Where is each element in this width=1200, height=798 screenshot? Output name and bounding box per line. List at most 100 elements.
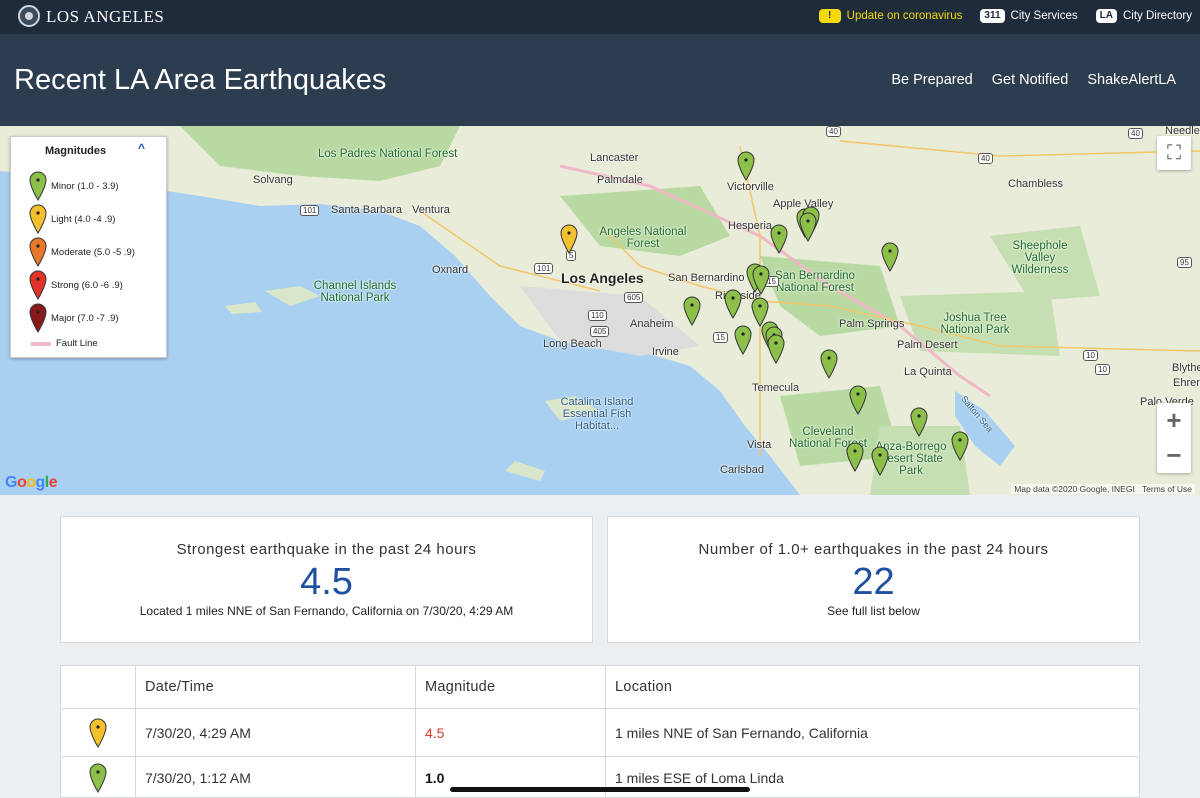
- map-label-angeles-forest: Angeles National Forest: [599, 226, 687, 250]
- route-shield: 101: [534, 263, 554, 274]
- earthquake-marker-icon[interactable]: [820, 349, 838, 379]
- route-shield: 10: [1083, 350, 1098, 361]
- map-label-carlsbad: Carlsbad: [720, 464, 765, 476]
- city-seal-icon[interactable]: [18, 5, 40, 27]
- alert-icon: !: [818, 9, 841, 23]
- map-label-temecula: Temecula: [752, 382, 800, 394]
- zoom-controls: + −: [1157, 403, 1191, 473]
- map-label-santa-barbara: Santa Barbara: [331, 204, 402, 216]
- map-label-oxnard: Oxnard: [432, 264, 469, 276]
- page-header: Recent LA Area Earthquakes Be Prepared G…: [0, 34, 1200, 126]
- route-shield: 40: [826, 126, 841, 137]
- route-shield: 10: [1095, 364, 1110, 375]
- map-label-solvang: Solvang: [253, 174, 293, 186]
- route-shield: 605: [624, 292, 644, 303]
- earthquake-map[interactable]: Los Padres National Forest Lancaster Pal…: [0, 126, 1200, 495]
- strongest-earthquake-card: Strongest earthquake in the past 24 hour…: [60, 516, 593, 643]
- earthquake-marker-icon[interactable]: [846, 442, 864, 472]
- legend-item-major: Major (7.0 -7 .9): [29, 303, 119, 333]
- city-directory-label: City Directory: [1122, 10, 1192, 22]
- pin-icon-light: [29, 204, 47, 234]
- table-header-magnitude[interactable]: Magnitude: [416, 666, 606, 708]
- row-datetime: 7/30/20, 1:12 AM: [136, 757, 416, 798]
- earthquake-marker-icon[interactable]: [849, 385, 867, 415]
- map-label-los-padres: Los Padres National Forest: [318, 148, 458, 160]
- services-badge: 311: [980, 9, 1005, 23]
- coronavirus-update-link[interactable]: ! Update on coronavirus: [818, 9, 963, 23]
- earthquake-marker-icon[interactable]: [752, 265, 770, 295]
- route-shield: 95: [1177, 257, 1192, 268]
- row-datetime: 7/30/20, 4:29 AM: [136, 709, 416, 756]
- legend-label-major: Major (7.0 -7 .9): [51, 312, 119, 324]
- map-label-victorville: Victorville: [727, 181, 774, 193]
- table-row[interactable]: 7/30/20, 4:29 AM 4.5 1 miles NNE of San …: [61, 709, 1139, 757]
- earthquake-marker-icon[interactable]: [560, 224, 578, 254]
- zoom-in-button[interactable]: +: [1157, 403, 1191, 438]
- map-label-palm-springs: Palm Springs: [839, 318, 905, 330]
- brand-name[interactable]: LOS ANGELES: [46, 7, 164, 27]
- terms-of-use-link[interactable]: Terms of Use: [1142, 484, 1192, 494]
- earthquake-marker-icon[interactable]: [951, 431, 969, 461]
- earthquake-count: 22: [852, 561, 895, 603]
- route-shield: 101: [300, 205, 320, 216]
- nav-get-notified[interactable]: Get Notified: [992, 72, 1069, 88]
- route-shield: 40: [1128, 128, 1143, 139]
- legend-item-fault: Fault Line: [31, 338, 98, 349]
- map-label-la-quinta: La Quinta: [904, 366, 952, 378]
- earthquake-marker-icon[interactable]: [799, 212, 817, 242]
- earthquake-marker-icon[interactable]: [770, 224, 788, 254]
- count-heading: Number of 1.0+ earthquakes in the past 2…: [698, 541, 1049, 558]
- map-label-los-angeles: Los Angeles: [561, 270, 644, 286]
- earthquake-marker-icon[interactable]: [734, 325, 752, 355]
- map-label-hesperia: Hesperia: [728, 220, 773, 232]
- map-label-channel-islands: Channel Islands National Park: [313, 280, 397, 304]
- google-logo[interactable]: Google: [5, 474, 58, 492]
- strongest-heading: Strongest earthquake in the past 24 hour…: [176, 541, 477, 558]
- table-header-datetime[interactable]: Date/Time: [136, 666, 416, 708]
- pin-icon-major: [29, 303, 47, 333]
- header-nav: Be Prepared Get Notified ShakeAlertLA: [872, 72, 1176, 88]
- legend-item-strong: Strong (6.0 -6 .9): [29, 270, 123, 300]
- map-label-ventura: Ventura: [412, 204, 450, 216]
- earthquake-count-card: Number of 1.0+ earthquakes in the past 2…: [607, 516, 1140, 643]
- fault-line-swatch: [31, 341, 51, 346]
- earthquake-marker-icon[interactable]: [767, 334, 785, 364]
- map-label-catalina: Catalina Island Essential Fish Habitat..…: [560, 396, 634, 432]
- nav-shakealertla[interactable]: ShakeAlertLA: [1087, 72, 1176, 88]
- earthquake-marker-icon[interactable]: [683, 296, 701, 326]
- legend-label-moderate: Moderate (5.0 -5 .9): [51, 246, 135, 258]
- map-label-joshua-tree: Joshua Tree National Park: [940, 312, 1010, 336]
- map-label-vista: Vista: [747, 439, 772, 451]
- row-magnitude: 4.5: [416, 709, 606, 756]
- legend-label-fault: Fault Line: [56, 338, 98, 349]
- earthquake-marker-icon[interactable]: [910, 407, 928, 437]
- earthquake-marker-icon[interactable]: [724, 289, 742, 319]
- legend-title: Magnitudes: [45, 145, 107, 157]
- pin-icon-minor: [29, 171, 47, 201]
- city-directory-link[interactable]: LA City Directory: [1095, 9, 1192, 23]
- page-title: Recent LA Area Earthquakes: [14, 64, 387, 96]
- zoom-out-button[interactable]: −: [1157, 438, 1191, 473]
- nav-be-prepared[interactable]: Be Prepared: [891, 72, 972, 88]
- map-label-anaheim: Anaheim: [630, 318, 674, 330]
- count-detail[interactable]: See full list below: [608, 604, 1139, 618]
- directory-badge: LA: [1095, 9, 1117, 23]
- row-pin-cell: [61, 757, 136, 798]
- row-location: 1 miles NNE of San Fernando, California: [615, 724, 868, 741]
- fullscreen-icon[interactable]: ⛶: [1157, 136, 1191, 170]
- strongest-detail: Located 1 miles NNE of San Fernando, Cal…: [139, 604, 514, 618]
- home-indicator: [450, 787, 750, 792]
- legend-collapse-icon[interactable]: ^: [138, 141, 145, 155]
- strongest-magnitude: 4.5: [300, 561, 353, 603]
- earthquake-marker-icon[interactable]: [737, 151, 755, 181]
- table-header-location[interactable]: Location: [606, 666, 1139, 708]
- coronavirus-update-label: Update on coronavirus: [846, 10, 963, 22]
- earthquake-marker-icon[interactable]: [871, 446, 889, 476]
- table-header-icon: [61, 666, 136, 708]
- city-services-link[interactable]: 311 City Services: [980, 9, 1078, 23]
- route-shield: 110: [588, 310, 607, 321]
- earthquake-marker-icon[interactable]: [881, 242, 899, 272]
- map-label-chambless: Chambless: [1008, 178, 1064, 190]
- map-data-credit: Map data ©2020 Google, INEGI: [1014, 484, 1135, 494]
- legend-item-moderate: Moderate (5.0 -5 .9): [29, 237, 135, 267]
